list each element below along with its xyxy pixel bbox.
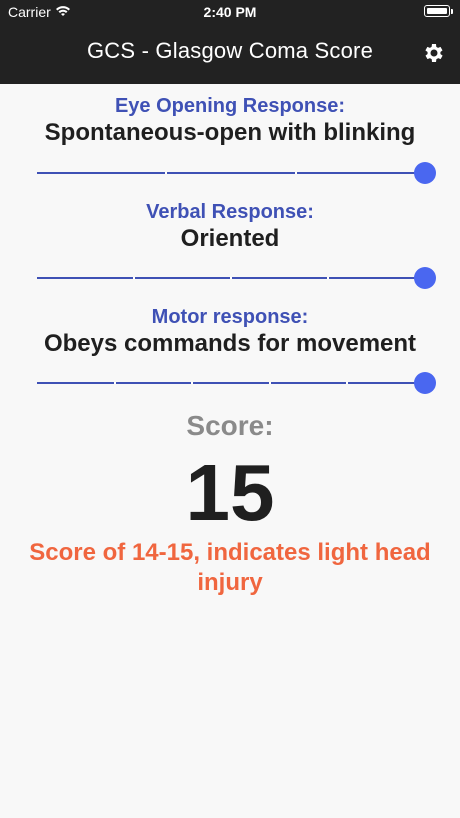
eye-value: Spontaneous-open with blinking [44, 119, 416, 146]
slider-track [37, 172, 425, 174]
motor-label: Motor response: [151, 306, 309, 328]
verbal-section: Verbal Response: Oriented [0, 200, 460, 254]
slider-tick [327, 277, 329, 279]
verbal-label: Verbal Response: [146, 201, 314, 223]
gear-icon[interactable] [420, 40, 446, 66]
eye-section: Eye Opening Response: Spontaneous-open w… [0, 94, 460, 148]
app-header: Carrier 2:40 PM GCS - Glasgow Coma Score [0, 0, 460, 84]
slider-tick [230, 277, 232, 279]
slider-tick [165, 172, 168, 174]
verbal-value: Oriented [180, 225, 280, 252]
status-time: 2:40 PM [203, 4, 257, 20]
slider-thumb[interactable] [414, 267, 436, 289]
verbal-slider[interactable] [37, 267, 436, 289]
eye-slider[interactable] [37, 162, 436, 184]
slider-thumb[interactable] [414, 162, 436, 184]
status-bar: Carrier 2:40 PM [0, 0, 460, 24]
slider-tick [268, 382, 271, 384]
score-value: 15 [185, 448, 275, 537]
slider-thumb[interactable] [414, 372, 436, 394]
battery-icon [424, 5, 453, 17]
eye-label: Eye Opening Response: [114, 95, 346, 117]
motor-section: Motor response: Obeys commands for movem… [0, 305, 460, 359]
slider-tick [294, 172, 297, 174]
slider-track [37, 382, 425, 384]
slider-tick [113, 382, 116, 384]
motor-value: Obeys commands for movement [43, 330, 417, 357]
slider-tick [191, 382, 194, 384]
score-label: Score: [186, 410, 274, 441]
slider-tick [346, 382, 349, 384]
page-title: GCS - Glasgow Coma Score [87, 38, 373, 63]
slider-tick [133, 277, 135, 279]
score-interpretation: Score of 14-15, indicates light head inj… [29, 539, 431, 596]
motor-slider[interactable] [37, 372, 436, 394]
